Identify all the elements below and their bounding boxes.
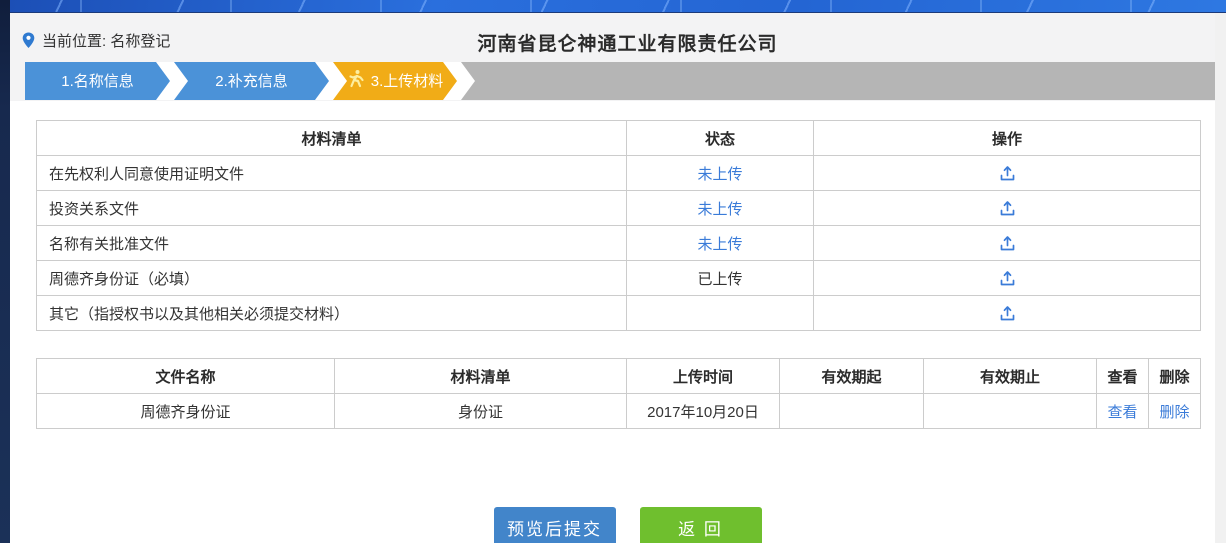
col-valid-to: 有效期止: [924, 359, 1097, 394]
preview-submit-button[interactable]: 预览后提交: [494, 507, 616, 543]
table-row: 投资关系文件 未上传: [37, 191, 1201, 226]
table-row: 在先权利人同意使用证明文件 未上传: [37, 156, 1201, 191]
upload-icon[interactable]: [996, 267, 1018, 289]
file-valid-from: [780, 394, 924, 429]
material-name: 在先权利人同意使用证明文件: [37, 156, 627, 191]
file-valid-to: [924, 394, 1097, 429]
col-material-list: 材料清单: [335, 359, 627, 394]
table-row: 周德齐身份证 身份证 2017年10月20日 查看 删除: [37, 394, 1201, 429]
upload-icon[interactable]: [996, 302, 1018, 324]
left-navy-strip: [0, 0, 10, 543]
status-badge: 未上传: [697, 201, 742, 218]
step-remaining-track: [461, 62, 1215, 100]
col-file-name: 文件名称: [37, 359, 335, 394]
status-badge: 已上传: [697, 271, 742, 288]
tab-step-name-info[interactable]: 1.名称信息: [25, 62, 170, 100]
location-pin-icon: [22, 32, 35, 49]
table-row: 周德齐身份证（必填） 已上传: [37, 261, 1201, 296]
uploaded-files-table: 文件名称 材料清单 上传时间 有效期起 有效期止 查看 删除 周德齐身份证 身份…: [36, 358, 1201, 429]
material-name: 周德齐身份证（必填）: [37, 261, 627, 296]
material-name: 投资关系文件: [37, 191, 627, 226]
table-row: 其它（指授权书以及其他相关必须提交材料）: [37, 296, 1201, 331]
upload-icon[interactable]: [996, 162, 1018, 184]
view-link[interactable]: 查看: [1107, 404, 1137, 421]
status-badge: 未上传: [697, 166, 742, 183]
file-name: 周德齐身份证: [37, 394, 335, 429]
page: 当前位置: 名称登记 河南省昆仑神通工业有限责任公司 1.名称信息 2.补充信息: [0, 0, 1226, 543]
step-label: 3.上传材料: [371, 70, 444, 92]
col-view: 查看: [1097, 359, 1149, 394]
action-button-row: 预览后提交 返 回: [40, 507, 1215, 543]
col-valid-from: 有效期起: [780, 359, 924, 394]
col-material-list: 材料清单: [37, 121, 627, 156]
step-label: 2.补充信息: [215, 70, 288, 92]
tab-step-extra-info[interactable]: 2.补充信息: [174, 62, 329, 100]
top-banner: [10, 0, 1226, 13]
step-label: 1.名称信息: [61, 70, 134, 92]
tab-step-upload-materials[interactable]: 3.上传材料: [333, 62, 457, 100]
materials-header-row: 材料清单 状态 操作: [37, 121, 1201, 156]
header-row: 当前位置: 名称登记 河南省昆仑神通工业有限责任公司: [10, 27, 1215, 57]
file-material: 身份证: [335, 394, 627, 429]
back-button[interactable]: 返 回: [640, 507, 762, 543]
col-status: 状态: [627, 121, 814, 156]
table-row: 名称有关批准文件 未上传: [37, 226, 1201, 261]
walking-person-icon: [347, 69, 365, 93]
file-upload-time: 2017年10月20日: [627, 394, 780, 429]
material-name: 其它（指授权书以及其他相关必须提交材料）: [37, 296, 627, 331]
step-progress: 1.名称信息 2.补充信息 3.上传材料: [25, 62, 1215, 100]
page-title: 河南省昆仑神通工业有限责任公司: [40, 29, 1215, 56]
right-gutter: [1215, 13, 1226, 543]
status-badge: 未上传: [697, 236, 742, 253]
content-panel: 当前位置: 名称登记 河南省昆仑神通工业有限责任公司 1.名称信息 2.补充信息: [10, 13, 1215, 543]
col-delete: 删除: [1149, 359, 1201, 394]
delete-link[interactable]: 删除: [1159, 404, 1189, 421]
materials-table: 材料清单 状态 操作 在先权利人同意使用证明文件 未上传 投资关系文件 未上: [36, 120, 1201, 331]
upload-icon[interactable]: [996, 197, 1018, 219]
col-upload-time: 上传时间: [627, 359, 780, 394]
upload-icon[interactable]: [996, 232, 1018, 254]
col-action: 操作: [814, 121, 1201, 156]
files-header-row: 文件名称 材料清单 上传时间 有效期起 有效期止 查看 删除: [37, 359, 1201, 394]
material-name: 名称有关批准文件: [37, 226, 627, 261]
